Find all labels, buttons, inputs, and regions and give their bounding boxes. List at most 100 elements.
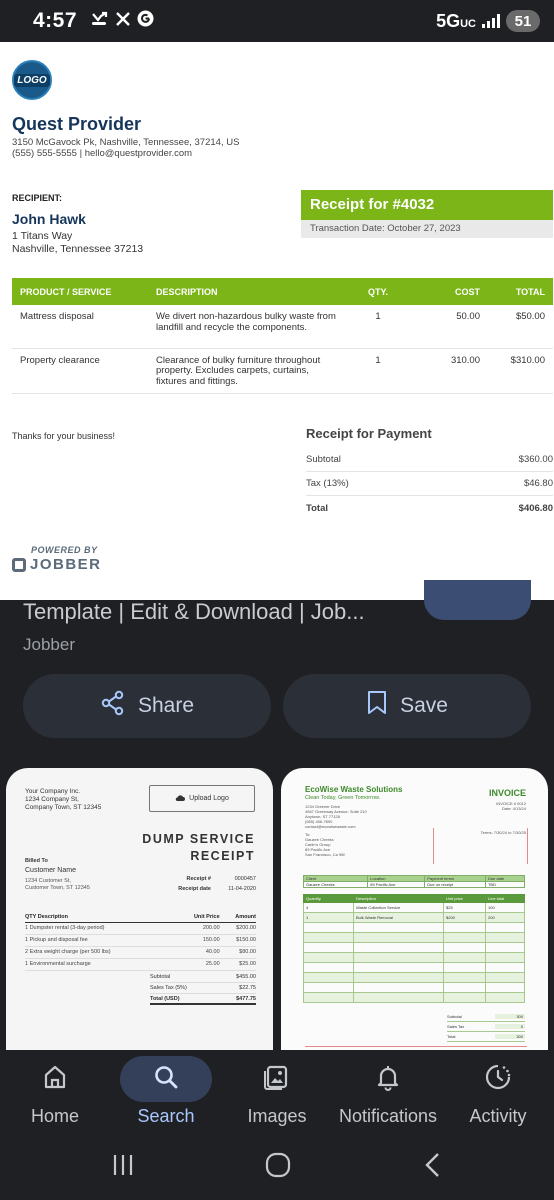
column-header: Amount	[219, 912, 256, 923]
address-line: contact@ecowisewaste.com	[305, 824, 356, 829]
row-unit: 200.00	[174, 922, 220, 935]
row-unit: 40.00	[174, 946, 220, 959]
share-button[interactable]: Share	[23, 674, 271, 738]
column-header: COST	[408, 278, 488, 305]
invoice-cell	[303, 972, 354, 983]
receipt-date: 11-04-2020	[228, 886, 256, 892]
item-cost: 50.00	[408, 305, 488, 349]
table-row	[303, 922, 525, 933]
invoice-cell	[353, 942, 444, 953]
invoice-cell	[303, 952, 354, 963]
row-unit: 25.00	[174, 958, 220, 971]
save-button[interactable]: Save	[283, 674, 531, 738]
nav-activity[interactable]: Activity	[443, 1056, 553, 1140]
jobber-mark-icon	[12, 557, 26, 572]
column-header: QTY Description	[25, 912, 175, 923]
invoice-cell	[303, 962, 354, 973]
invoice-cell: 1	[303, 912, 354, 923]
table-row: 1 Dumpster rental (3-day period) 200.00 $2…	[25, 922, 256, 935]
table-row: 1 Pickup and disposal fee 150.00 $150.00	[25, 934, 256, 947]
status-notification-icons	[91, 10, 154, 32]
bookmark-icon	[366, 690, 388, 722]
recents-icon	[110, 1153, 136, 1182]
upload-logo-box: Upload Logo	[149, 785, 255, 812]
table-row	[303, 982, 525, 993]
item-description: We divert non-hazardous bulky waste from…	[148, 305, 348, 349]
item-qty: 1	[348, 305, 408, 349]
result-source[interactable]: Jobber	[23, 635, 75, 655]
invoice-cell: 200	[485, 912, 525, 923]
nav-home[interactable]: Home	[0, 1056, 110, 1140]
invoice-cell	[353, 992, 444, 1003]
invoice-cell: 100	[485, 902, 525, 913]
recents-button[interactable]	[101, 1152, 145, 1182]
info-value: TBD	[484, 881, 526, 888]
recipient-address-line: Nashville, Tennessee 37213	[12, 243, 144, 255]
nav-notifications[interactable]: Notifications	[333, 1056, 443, 1140]
tax-label: Sales Tax (5%)	[150, 985, 187, 991]
subtotal-label: Subtotal	[150, 974, 171, 980]
invoice-cell	[353, 972, 444, 983]
invoice-cell	[485, 992, 525, 1003]
invoice-cell	[303, 982, 354, 993]
template-company: Your Company Inc. 1234 Company St, Compa…	[25, 788, 101, 812]
related-result-card[interactable]: EcoWise Waste Solutions Clean Today, Gre…	[281, 768, 548, 1050]
related-result-card[interactable]: Your Company Inc. 1234 Company St, Compa…	[6, 768, 273, 1050]
table-row: 4 Waste Collection Service $25 100	[303, 902, 525, 913]
invoice-label: INVOICE	[488, 788, 526, 798]
jobber-logo: JOBBER	[12, 556, 102, 573]
table-row	[303, 952, 525, 963]
receipt-image[interactable]: LOGO Quest Provider 3150 McGavock Pk, Na…	[0, 42, 554, 600]
row-amount: $200.00	[219, 922, 256, 935]
invoice-cell	[303, 922, 354, 933]
row-desc: 2 Extra weight charge (per 500 lbs)	[25, 946, 175, 959]
receipt-number-label: Receipt #	[186, 876, 211, 882]
items-table-header: PRODUCT / SERVICE DESCRIPTION QTY. COST …	[12, 278, 553, 305]
subtotal-label: Subtotal	[447, 1014, 462, 1019]
total-value: 300	[495, 1034, 525, 1039]
subtotal-row: Subtotal $360.00	[306, 448, 553, 472]
payment-title: Receipt for Payment	[306, 426, 432, 441]
invoice-meta-line: Date: 4/13/24	[501, 806, 526, 811]
invoice-cell: Bulk Waste Removal	[353, 912, 444, 923]
nav-search[interactable]: Search	[111, 1056, 221, 1140]
column-header: Line total	[485, 894, 525, 903]
customer-address: 1234 Customer St, Customer Town, ST 1234…	[25, 878, 90, 892]
column-header: DESCRIPTION	[148, 278, 348, 305]
subtotal-label: Subtotal	[306, 454, 341, 465]
receipt-meta: Receipt # 0000457 Receipt date 11-04-2020	[156, 876, 256, 896]
visit-button[interactable]	[424, 580, 531, 620]
total-row: Total $406.80	[306, 496, 553, 520]
tax-value: $22.75	[239, 985, 256, 991]
total-value: $477.75	[236, 995, 256, 1002]
home-system-button[interactable]	[256, 1152, 300, 1182]
share-label: Share	[137, 694, 195, 717]
item-service: Mattress disposal	[12, 305, 148, 349]
back-button[interactable]	[411, 1152, 455, 1182]
invoice-cell	[303, 942, 354, 953]
company-address: 3150 McGavock Pk, Nashville, Tennessee, …	[12, 137, 240, 148]
bottom-nav: Home Search Images Notifications Activit…	[0, 1050, 554, 1140]
invoice-cell: $200	[443, 912, 486, 923]
nav-label: Activity	[469, 1106, 527, 1126]
result-title[interactable]: Template | Edit & Download | Job...	[23, 601, 403, 627]
invoice-cell	[485, 962, 525, 973]
info-value: Gauzee Cheeks	[302, 881, 369, 888]
row-amount: $150.00	[219, 934, 256, 947]
activity-icon	[483, 1062, 513, 1097]
invoice-info-table: Client Location Payment terms Due date G…	[302, 875, 526, 888]
item-description: Clearance of bulky furniture throughout …	[148, 348, 348, 394]
template-items-table: QTY Description Unit Price Amount 1 Dump…	[25, 912, 256, 971]
total-label: Total	[447, 1034, 456, 1039]
customer-address-line: Customer Town, ST 12345	[25, 885, 90, 891]
company-address-block: 3150 McGavock Pk, Nashville, Tennessee, …	[12, 137, 239, 159]
row-desc: 1 Dumpster rental (3-day period)	[25, 922, 175, 935]
invoice-cell	[353, 952, 444, 963]
template-title-line: RECEIPT	[190, 849, 255, 863]
recipient-name: John Hawk	[12, 211, 86, 227]
subtotal-value: 300	[495, 1014, 525, 1019]
nav-images[interactable]: Images	[222, 1056, 332, 1140]
nav-pill	[452, 1056, 544, 1102]
column-header: TOTAL	[488, 278, 553, 305]
billed-to-label: Billed To	[25, 858, 48, 864]
